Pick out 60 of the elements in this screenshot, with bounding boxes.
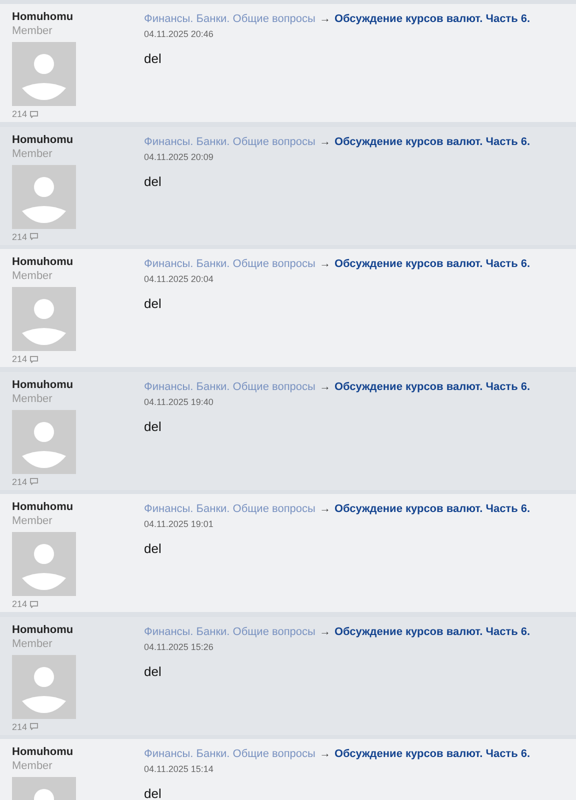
post-body: del bbox=[144, 664, 162, 680]
comment-icon bbox=[30, 723, 38, 730]
post-date: 04.11.2025 20:04 bbox=[144, 273, 214, 285]
author-role: Member bbox=[12, 514, 52, 528]
post-date: 04.11.2025 15:26 bbox=[144, 640, 214, 652]
post-count: 214 bbox=[12, 720, 28, 732]
author-name[interactable]: Homuhomu bbox=[12, 255, 74, 269]
comment-icon bbox=[30, 600, 38, 608]
post-body: del bbox=[144, 541, 162, 557]
author-role: Member bbox=[12, 269, 52, 283]
post-count: 214 bbox=[12, 598, 28, 610]
author-name[interactable]: Homuhomu bbox=[12, 10, 74, 24]
author-role: Member bbox=[12, 759, 52, 773]
avatar-icon bbox=[12, 287, 76, 351]
topic-link[interactable]: Обсуждение курсов валют. Часть 6. bbox=[334, 624, 530, 638]
author-role: Member bbox=[12, 392, 52, 406]
post-date: 04.11.2025 20:09 bbox=[144, 150, 214, 162]
arrow-separator: → bbox=[319, 12, 330, 26]
arrow-separator: → bbox=[319, 747, 330, 761]
avatar-icon bbox=[12, 410, 76, 474]
post-body: del bbox=[144, 786, 162, 800]
avatar-icon bbox=[12, 42, 76, 106]
arrow-separator: → bbox=[319, 134, 330, 148]
post-date: 04.11.2025 19:40 bbox=[144, 396, 214, 408]
comment-icon bbox=[30, 110, 38, 118]
author-name[interactable]: Homuhomu bbox=[12, 745, 74, 759]
comment-icon bbox=[30, 356, 38, 362]
author-name[interactable]: Homuhomu bbox=[12, 500, 74, 514]
comment-icon bbox=[30, 478, 38, 485]
arrow-separator: → bbox=[319, 380, 330, 394]
post-date: 04.11.2025 19:01 bbox=[144, 518, 214, 530]
post-body: del bbox=[144, 296, 162, 312]
topic-link[interactable]: Обсуждение курсов валют. Часть 6. bbox=[334, 747, 530, 761]
avatar-icon bbox=[12, 654, 76, 718]
arrow-separator: → bbox=[319, 624, 330, 638]
author-name[interactable]: Homuhomu bbox=[12, 378, 74, 392]
comment-icon bbox=[30, 233, 38, 240]
author-role: Member bbox=[12, 636, 52, 650]
author-role: Member bbox=[12, 24, 52, 38]
topic-link[interactable]: Обсуждение курсов валют. Часть 6. bbox=[334, 380, 530, 394]
arrow-separator: → bbox=[319, 502, 330, 516]
author-role: Member bbox=[12, 146, 52, 160]
topic-link[interactable]: Обсуждение курсов валют. Часть 6. bbox=[334, 257, 530, 271]
post-body: del bbox=[144, 51, 162, 67]
topic-link[interactable]: Обсуждение курсов валют. Часть 6. bbox=[334, 12, 530, 26]
post-count: 214 bbox=[12, 230, 28, 242]
post-count: 214 bbox=[12, 353, 28, 365]
author-name[interactable]: Homuhomu bbox=[12, 132, 74, 146]
post-date: 04.11.2025 15:14 bbox=[144, 763, 214, 775]
author-name[interactable]: Homuhomu bbox=[12, 622, 74, 636]
avatar-icon bbox=[12, 532, 76, 596]
avatar-icon bbox=[12, 164, 76, 228]
topic-link[interactable]: Обсуждение курсов валют. Часть 6. bbox=[334, 502, 530, 516]
arrow-separator: → bbox=[319, 257, 330, 271]
post-date: 04.11.2025 20:46 bbox=[144, 28, 214, 40]
post-count: 214 bbox=[12, 476, 28, 488]
post-count: 214 bbox=[12, 108, 28, 120]
post-body: del bbox=[144, 174, 162, 190]
post-body: del bbox=[144, 418, 162, 434]
topic-link[interactable]: Обсуждение курсов валют. Часть 6. bbox=[334, 134, 530, 148]
